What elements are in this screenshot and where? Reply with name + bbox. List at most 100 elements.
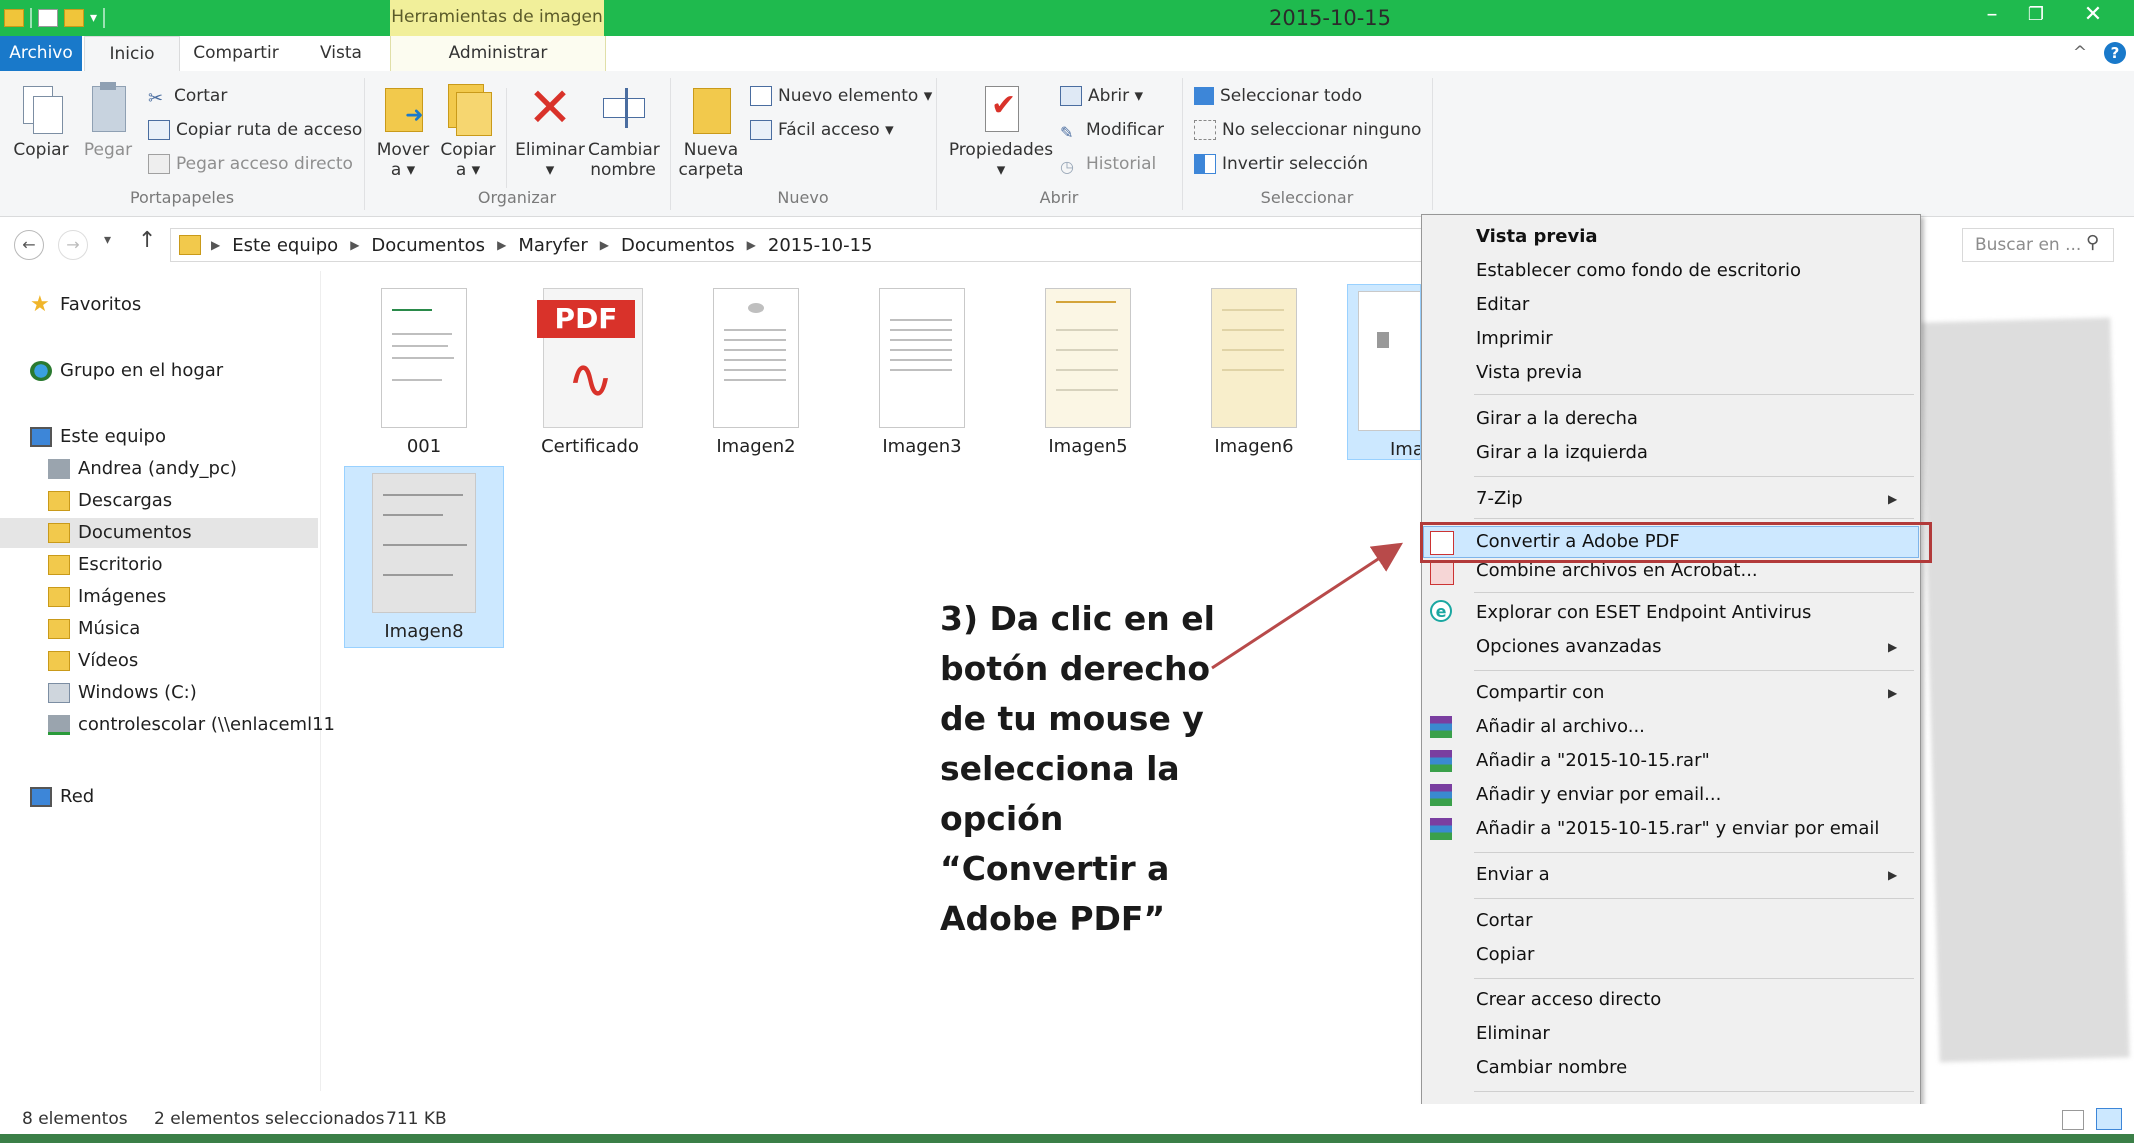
- copy-path-icon: [148, 120, 170, 140]
- collapse-ribbon-icon[interactable]: ^: [2068, 36, 2092, 71]
- menu-item-copiar[interactable]: Copiar: [1476, 939, 1534, 971]
- menu-item-anadir-archivo[interactable]: Añadir al archivo...: [1476, 711, 1645, 743]
- item-count: 8 elementos: [22, 1109, 128, 1129]
- address-bar[interactable]: ▶ Este equipo ▶ Documentos ▶ Maryfer ▶ D…: [170, 228, 1440, 262]
- menu-item-imprimir[interactable]: Imprimir: [1476, 323, 1553, 355]
- nav-label: controlescolar (\\enlaceml11: [78, 714, 335, 735]
- document-thumbnail: [372, 473, 476, 613]
- copy-button[interactable]: Copiar: [10, 80, 72, 160]
- nav-favoritos[interactable]: ★ Favoritos: [30, 290, 141, 320]
- tab-vista[interactable]: Vista: [306, 36, 376, 71]
- paste-shortcut-button[interactable]: Pegar acceso directo: [148, 152, 353, 176]
- open-button[interactable]: Abrir ▾: [1060, 84, 1143, 108]
- file-name: Certificado: [541, 436, 639, 457]
- tab-inicio[interactable]: Inicio: [84, 36, 180, 73]
- menu-item-fondo-escritorio[interactable]: Establecer como fondo de escritorio: [1476, 255, 1801, 287]
- forward-button[interactable]: →: [58, 230, 88, 260]
- menu-item-crear-acceso[interactable]: Crear acceso directo: [1476, 984, 1661, 1016]
- close-button[interactable]: ✕: [2060, 0, 2126, 34]
- menu-item-vista-previa-default[interactable]: Vista previa: [1476, 221, 1598, 253]
- rename-button[interactable]: Cambiar nombre: [588, 80, 660, 180]
- tab-administrar[interactable]: Administrar: [390, 36, 606, 71]
- help-icon[interactable]: ?: [2104, 42, 2126, 64]
- new-item-button[interactable]: Nuevo elemento ▾: [750, 84, 932, 108]
- menu-item-enviar-a[interactable]: Enviar a: [1476, 859, 1550, 891]
- toolbar-divider: [103, 8, 106, 28]
- nav-controlescolar[interactable]: controlescolar (\\enlaceml11: [48, 710, 335, 740]
- back-button[interactable]: ←: [14, 230, 44, 260]
- nav-imagenes[interactable]: Imágenes: [48, 582, 166, 612]
- file-tile[interactable]: 001: [344, 282, 504, 458]
- file-tile[interactable]: PDF ∿ Certificado: [510, 282, 670, 458]
- menu-item-cambiar-nombre[interactable]: Cambiar nombre: [1476, 1052, 1627, 1084]
- nav-videos[interactable]: Vídeos: [48, 646, 138, 676]
- details-view-icon[interactable]: [2062, 1110, 2084, 1130]
- menu-item-eset-scan[interactable]: Explorar con ESET Endpoint Antivirus: [1476, 597, 1811, 629]
- file-tile[interactable]: Imagen2: [676, 282, 836, 458]
- paste-button[interactable]: Pegar: [80, 80, 136, 160]
- properties-button[interactable]: ✔ Propiedades ▾: [946, 80, 1056, 180]
- invert-selection-button[interactable]: Invertir selección: [1194, 152, 1368, 176]
- move-to-button[interactable]: ➜ Mover a ▾: [372, 80, 434, 180]
- folder-icon[interactable]: [4, 9, 24, 27]
- nav-este-equipo[interactable]: Este equipo: [30, 422, 166, 452]
- menu-item-anadir-rar[interactable]: Añadir a "2015-10-15.rar": [1476, 745, 1710, 777]
- file-tile-selected[interactable]: Ima: [1347, 284, 1421, 460]
- recent-locations-icon[interactable]: ▾: [104, 232, 111, 248]
- menu-item-girar-derecha[interactable]: Girar a la derecha: [1476, 403, 1638, 435]
- nav-descargas[interactable]: Descargas: [48, 486, 172, 516]
- file-tile[interactable]: Imagen3: [842, 282, 1002, 458]
- documents-folder-icon: [48, 523, 70, 543]
- nav-windows-c[interactable]: Windows (C:): [48, 678, 197, 708]
- delete-button[interactable]: ✕ Eliminar ▾: [514, 80, 586, 181]
- menu-item-eliminar[interactable]: Eliminar: [1476, 1018, 1550, 1050]
- easy-access-button[interactable]: Fácil acceso ▾: [750, 118, 894, 142]
- nav-andrea[interactable]: Andrea (andy_pc): [48, 454, 237, 484]
- menu-item-anadir-email[interactable]: Añadir y enviar por email...: [1476, 779, 1721, 811]
- nav-musica[interactable]: Música: [48, 614, 140, 644]
- breadcrumb-current-folder[interactable]: 2015-10-15: [762, 235, 879, 256]
- select-none-button[interactable]: No seleccionar ninguno: [1194, 118, 1421, 142]
- select-all-button[interactable]: Seleccionar todo: [1194, 84, 1362, 108]
- cut-button[interactable]: ✂ Cortar: [148, 84, 227, 109]
- menu-item-compartir-con[interactable]: Compartir con: [1476, 677, 1604, 709]
- nav-label: Vídeos: [78, 650, 139, 671]
- menu-item-opciones-avanzadas[interactable]: Opciones avanzadas: [1476, 631, 1662, 663]
- minimize-button[interactable]: –: [1970, 0, 2014, 34]
- nav-escritorio[interactable]: Escritorio: [48, 550, 163, 580]
- breadcrumb-este-equipo[interactable]: Este equipo: [226, 235, 344, 256]
- history-button[interactable]: ◷ Historial: [1060, 152, 1156, 176]
- nav-red[interactable]: Red: [30, 782, 94, 812]
- menu-item-cortar[interactable]: Cortar: [1476, 905, 1532, 937]
- tab-compartir[interactable]: Compartir: [186, 36, 286, 71]
- group-label-nuevo: Nuevo: [777, 188, 829, 207]
- group-label-seleccionar: Seleccionar: [1260, 188, 1354, 207]
- winrar-icon: [1430, 818, 1452, 840]
- menu-item-girar-izquierda[interactable]: Girar a la izquierda: [1476, 437, 1648, 469]
- folder-icon: [179, 235, 201, 255]
- nav-documentos[interactable]: Documentos: [0, 518, 318, 548]
- menu-item-7zip[interactable]: 7-Zip: [1476, 483, 1523, 515]
- breadcrumb-maryfer[interactable]: Maryfer: [512, 235, 593, 256]
- menu-item-vista-previa[interactable]: Vista previa: [1476, 357, 1582, 389]
- file-tile[interactable]: Imagen5: [1008, 282, 1168, 458]
- edit-button[interactable]: ✎ Modificar: [1060, 118, 1164, 142]
- menu-separator: [1474, 1091, 1914, 1092]
- file-tile[interactable]: Imagen6: [1174, 282, 1334, 458]
- file-tile-selected[interactable]: Imagen8: [344, 466, 504, 648]
- large-icons-view-icon[interactable]: [2096, 1108, 2122, 1130]
- menu-item-anadir-rar-email[interactable]: Añadir a "2015-10-15.rar" y enviar por e…: [1476, 813, 1879, 845]
- customize-qat-icon[interactable]: ▾: [90, 10, 97, 26]
- copy-path-button[interactable]: Copiar ruta de acceso: [148, 118, 362, 142]
- up-button[interactable]: ↑: [138, 228, 156, 253]
- menu-item-editar[interactable]: Editar: [1476, 289, 1529, 321]
- properties-icon[interactable]: [38, 9, 58, 27]
- copy-to-button[interactable]: Copiar a ▾: [436, 80, 500, 180]
- breadcrumb-documentos-2[interactable]: Documentos: [615, 235, 741, 256]
- restore-button[interactable]: ❐: [2014, 0, 2058, 34]
- tab-archivo[interactable]: Archivo: [0, 36, 82, 71]
- nav-grupo-hogar[interactable]: Grupo en el hogar: [30, 356, 223, 386]
- new-folder-icon[interactable]: [64, 9, 84, 27]
- new-folder-button[interactable]: Nueva carpeta: [678, 80, 744, 180]
- breadcrumb-documentos[interactable]: Documentos: [365, 235, 491, 256]
